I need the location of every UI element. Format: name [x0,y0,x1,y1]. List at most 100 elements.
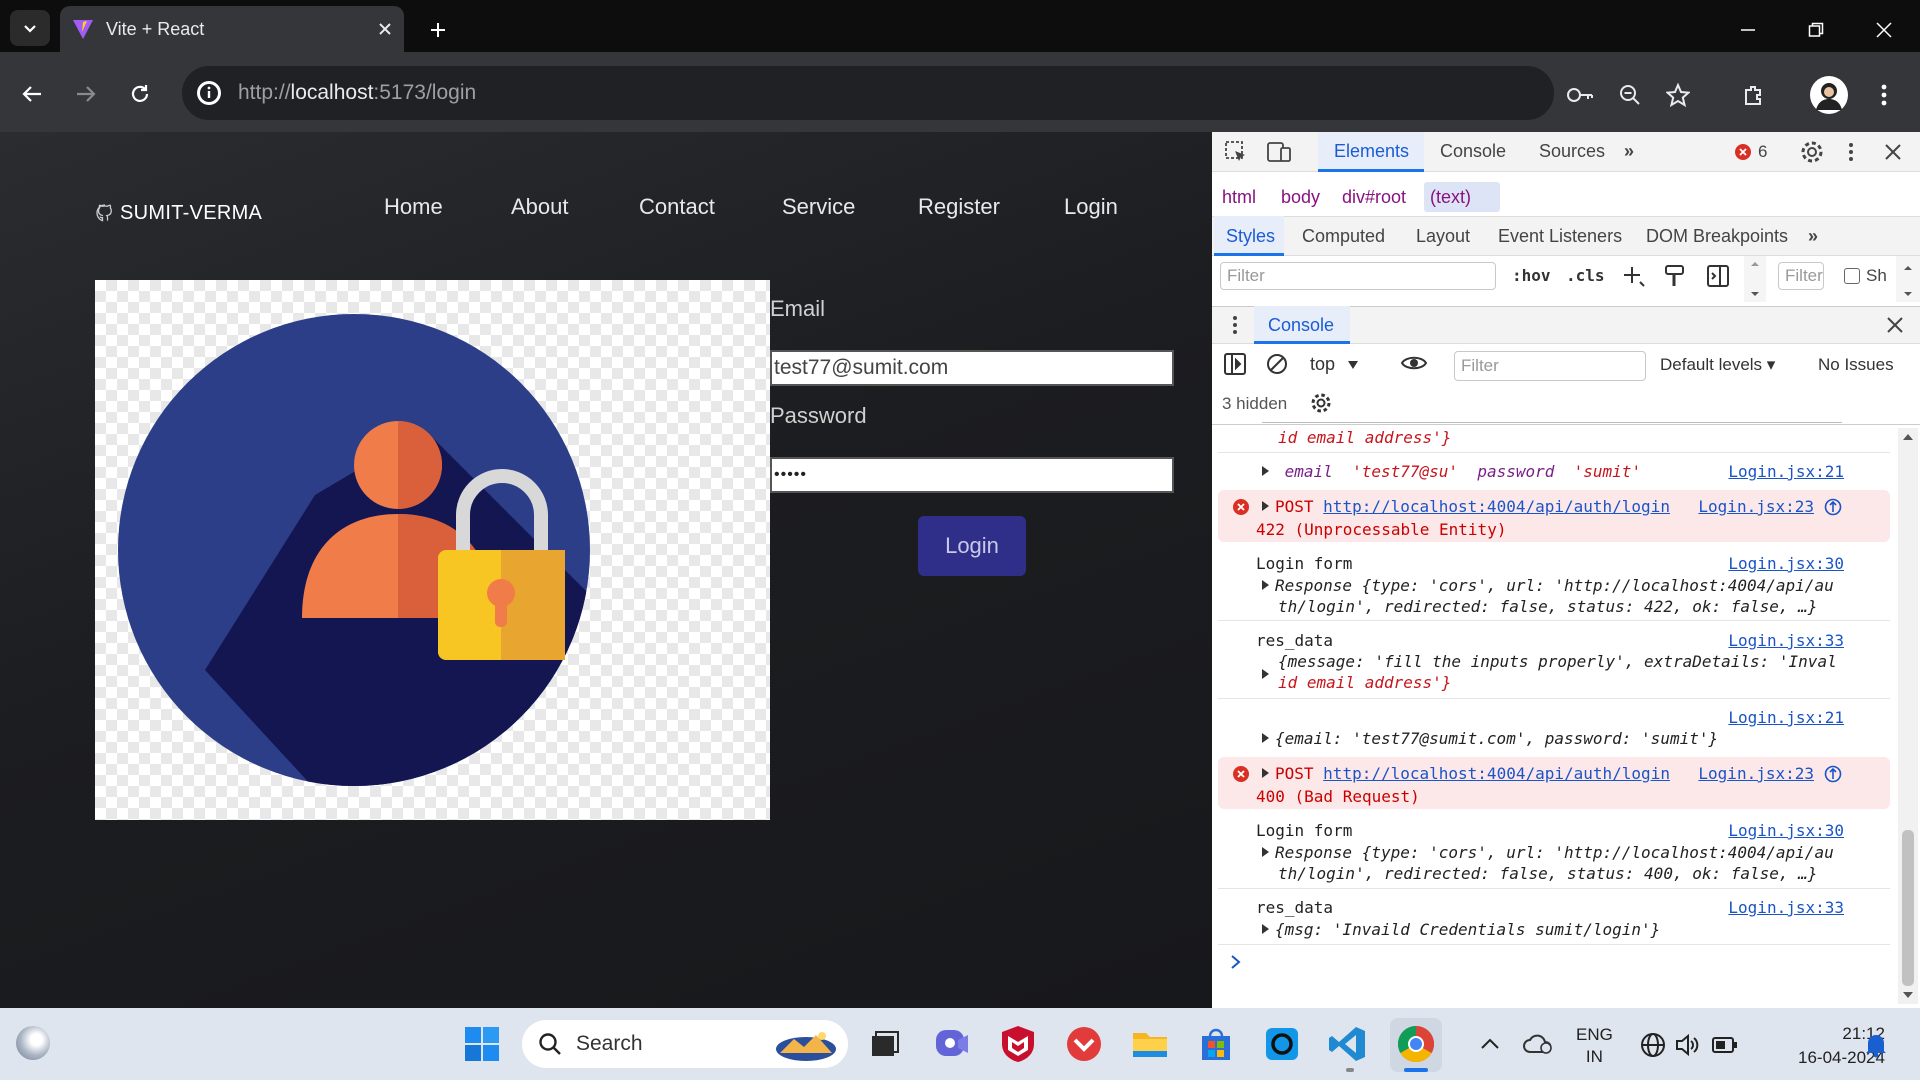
notification-bell-icon[interactable] [1864,1032,1888,1058]
tab-dom-breakpoints[interactable]: DOM Breakpoints [1646,226,1788,247]
console-prompt-icon[interactable] [1230,954,1242,970]
forward-button[interactable] [68,76,104,112]
teams-icon[interactable] [932,1024,972,1064]
error-request[interactable]: POST http://localhost:4004/api/auth/logi… [1262,497,1670,516]
volume-icon[interactable] [1674,1032,1700,1058]
toggle-sidebar-button[interactable] [1706,264,1730,288]
zoom-button[interactable] [1612,78,1648,112]
password-key-button[interactable] [1562,80,1598,110]
nav-home[interactable]: Home [384,194,443,220]
bookmark-button[interactable] [1660,78,1696,112]
back-button[interactable] [14,76,50,112]
microsoft-store-icon[interactable] [1196,1024,1236,1064]
res-data-object[interactable]: {msg: 'Invaild Credentials sumit/login'} [1262,920,1660,939]
response-object[interactable]: Response {type: 'cors', url: 'http://loc… [1262,843,1834,862]
nav-contact[interactable]: Contact [639,194,715,220]
tab-computed[interactable]: Computed [1302,226,1385,247]
more-tabs-icon[interactable]: » [1624,141,1634,162]
info-icon[interactable] [196,80,222,106]
styles-scrollbar[interactable] [1744,256,1766,302]
network-request-icon[interactable] [1824,498,1842,516]
password-input[interactable]: ••••• [770,457,1174,493]
onedrive-icon[interactable] [1522,1030,1554,1056]
error-request[interactable]: POST http://localhost:4004/api/auth/logi… [1262,764,1670,783]
reload-button[interactable] [122,76,158,112]
restore-button[interactable] [1794,10,1838,50]
email-input[interactable]: test77@sumit.com [770,350,1174,386]
clear-console-button[interactable] [1266,353,1288,375]
task-view-icon[interactable] [864,1024,904,1064]
close-devtools-button[interactable] [1884,143,1902,161]
close-tab-icon[interactable] [378,22,392,36]
nav-service[interactable]: Service [782,194,855,220]
source-link[interactable]: Login.jsx:30 [1728,821,1844,840]
widgets-icon[interactable] [16,1026,50,1060]
network-request-icon[interactable] [1824,765,1842,783]
start-button[interactable] [464,1026,500,1062]
cls-toggle[interactable]: .cls [1566,266,1605,285]
tab-event-listeners[interactable]: Event Listeners [1498,226,1622,247]
console-sidebar-button[interactable] [1224,353,1246,375]
close-drawer-button[interactable] [1886,316,1904,334]
nav-about[interactable]: About [511,194,569,220]
breadcrumb-body[interactable]: body [1281,187,1320,208]
source-link[interactable]: Login.jsx:33 [1728,898,1844,917]
extensions-button[interactable] [1736,78,1772,112]
tab-layout[interactable]: Layout [1416,226,1470,247]
tab-search-button[interactable] [10,10,50,46]
nav-login[interactable]: Login [1064,194,1118,220]
language-indicator[interactable]: ENG IN [1576,1024,1613,1068]
browser-tab[interactable]: Vite + React [60,6,404,52]
battery-icon[interactable] [1712,1034,1738,1056]
site-logo[interactable]: SUMIT-VERMA [96,202,262,225]
device-toolbar-button[interactable] [1266,140,1292,164]
error-counter[interactable]: 6 [1734,142,1767,162]
log-row[interactable]: {email: 'test77@sumit.com', password: 's… [1262,729,1718,748]
close-window-button[interactable] [1862,10,1906,50]
settings-button[interactable] [1800,140,1824,164]
console-scrollbar[interactable] [1898,428,1918,1004]
expand-icon[interactable] [1262,667,1275,685]
tab-styles[interactable]: Styles [1226,226,1275,247]
profile-avatar[interactable] [1810,76,1848,114]
hov-toggle[interactable]: :hov [1512,266,1551,285]
new-rule-button[interactable] [1622,264,1646,288]
breadcrumb-text[interactable]: (text) [1430,187,1471,208]
source-link[interactable]: Login.jsx:23 [1698,764,1814,783]
cortana-app-icon[interactable] [1262,1024,1302,1064]
res-data-object[interactable]: {message: 'fill the inputs properly', ex… [1278,652,1837,671]
browser-menu-button[interactable] [1870,78,1898,112]
file-explorer-icon[interactable] [1130,1024,1170,1064]
source-link[interactable]: Login.jsx:23 [1698,497,1814,516]
taskbar-search[interactable]: Search [522,1020,848,1068]
more-style-tabs-icon[interactable]: » [1808,226,1818,247]
source-link[interactable]: Login.jsx:30 [1728,554,1844,573]
response-object[interactable]: Response {type: 'cors', url: 'http://loc… [1262,576,1834,595]
network-icon[interactable] [1640,1032,1666,1058]
mcafee-icon[interactable] [998,1024,1038,1064]
drawer-menu-button[interactable] [1232,315,1238,335]
tab-console[interactable]: Console [1440,141,1506,162]
minimize-button[interactable] [1726,10,1770,50]
log-levels-dropdown[interactable]: Default levels ▾ [1660,355,1775,375]
computed-filter-input[interactable]: Filter [1778,262,1824,290]
breadcrumb-html[interactable]: html [1222,187,1256,208]
show-all-checkbox[interactable] [1844,268,1860,284]
console-settings-button[interactable] [1310,392,1332,414]
drawer-console-tab[interactable]: Console [1268,315,1334,336]
login-button[interactable]: Login [918,516,1026,576]
source-link[interactable]: Login.jsx:33 [1728,631,1844,650]
tray-overflow-button[interactable] [1480,1036,1500,1050]
devtools-menu-button[interactable] [1848,142,1854,162]
styles-filter-input[interactable]: Filter [1220,262,1496,290]
context-selector[interactable]: top [1310,354,1359,375]
source-link[interactable]: Login.jsx:21 [1728,462,1844,481]
inspect-element-button[interactable] [1224,140,1248,164]
tab-elements[interactable]: Elements [1334,141,1409,162]
breadcrumb-root[interactable]: div#root [1342,187,1406,208]
color-format-button[interactable] [1664,264,1686,288]
live-expression-button[interactable] [1400,352,1428,374]
address-bar[interactable]: http://localhost:5173/login [182,66,1554,120]
computed-scrollbar[interactable] [1896,256,1920,302]
console-filter-input[interactable]: Filter [1454,351,1646,381]
